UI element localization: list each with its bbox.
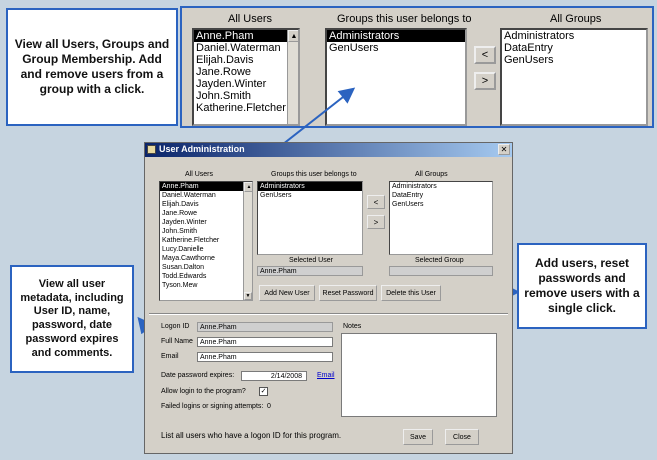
chevron-left-icon: < [373,197,379,207]
list-item[interactable]: Anne.Pham [160,182,252,191]
scroll-down-icon[interactable]: ▼ [244,292,252,300]
list-item[interactable]: Katherine.Fletcher [160,236,252,245]
list-item[interactable]: Elijah.Davis [160,200,252,209]
list-item[interactable]: Susan.Dalton [160,263,252,272]
member-groups-list[interactable]: Administrators GenUsers [257,181,363,255]
list-item[interactable]: GenUsers [390,200,492,209]
save-label: Save [410,433,426,441]
checkmark-icon: ✓ [260,388,267,395]
add-new-user-button[interactable]: Add New User [259,285,315,301]
list-item[interactable]: John.Smith [160,227,252,236]
list-item[interactable]: Daniel.Waterman [160,191,252,200]
notes-textarea[interactable] [341,333,497,417]
close-icon: ✕ [500,145,508,154]
all-groups-list[interactable]: Administrators DataEntry GenUsers [389,181,493,255]
logon-id-field: Anne.Pham [197,322,333,332]
callout-actions-text: Add users, reset passwords and remove us… [524,256,640,315]
failed-logins-label: Failed logins or signing attempts: [161,403,264,410]
groups-belong-label: Groups this user belongs to [271,171,357,178]
callout-actions: Add users, reset passwords and remove us… [517,243,647,329]
user-admin-window: User Administration ✕ All Users Groups t… [144,142,513,454]
app-icon [147,145,156,154]
window-title: User Administration [159,144,245,154]
allow-login-checkbox[interactable]: ✓ [259,387,268,396]
selected-user-label: Selected User [289,257,333,264]
separator [149,313,508,315]
date-expires-label: Date password expires: [161,372,235,379]
list-item[interactable]: GenUsers [258,191,362,200]
date-expires-input[interactable]: 2/14/2008 [241,371,307,381]
users-list[interactable]: Anne.Pham Daniel.Waterman Elijah.Davis Jane… [159,181,253,301]
chevron-right-icon: > [373,217,379,227]
selected-group-label: Selected Group [415,257,464,264]
add-group-button[interactable]: > [367,215,385,229]
close-label: Close [453,433,471,441]
scroll-up-icon[interactable]: ▲ [244,182,252,192]
list-item[interactable]: Tyson.Mew [160,281,252,290]
list-item[interactable]: Lucy.Danielle [160,245,252,254]
list-item[interactable]: Jane.Rowe [160,209,252,218]
all-users-label: All Users [185,171,214,178]
all-groups-label: All Groups [415,171,448,178]
callout-metadata: View all user metadata, including User I… [10,265,134,373]
title-bar: User Administration ✕ [145,143,512,157]
footer-text: List all users who have a logon ID for t… [161,431,342,440]
list-item[interactable]: Todd.Edwards [160,272,252,281]
reset-password-label: Reset Password [322,289,374,297]
delete-user-label: Delete this User [386,289,436,297]
remove-group-button[interactable]: < [367,195,385,209]
window-close-button[interactable]: ✕ [498,144,510,155]
notes-label: Notes [343,323,362,330]
email-input[interactable]: Anne.Pham [197,352,333,362]
selected-user-field: Anne.Pham [257,266,363,276]
list-item[interactable]: DataEntry [390,191,492,200]
close-button[interactable]: Close [445,429,479,445]
full-name-input[interactable]: Anne.Pham [197,337,333,347]
add-new-user-label: Add New User [264,289,310,297]
full-name-label: Full Name [161,338,193,345]
list-item[interactable]: Administrators [258,182,362,191]
selected-group-field [389,266,493,276]
logon-id-label: Logon ID [161,323,190,330]
callout-metadata-text: View all user metadata, including User I… [20,277,124,359]
reset-password-button[interactable]: Reset Password [319,285,377,301]
list-item[interactable]: Maya.Cawthorne [160,254,252,263]
list-item[interactable]: Administrators [390,182,492,191]
email-label: Email [161,353,179,360]
email-link[interactable]: Email [317,372,335,379]
list-item[interactable]: Jayden.Winter [160,218,252,227]
delete-user-button[interactable]: Delete this User [381,285,441,301]
allow-login-label: Allow login to the program? [161,388,246,395]
failed-logins-value: 0 [267,403,271,410]
save-button[interactable]: Save [403,429,433,445]
users-scrollbar[interactable]: ▲ ▼ [243,182,252,300]
